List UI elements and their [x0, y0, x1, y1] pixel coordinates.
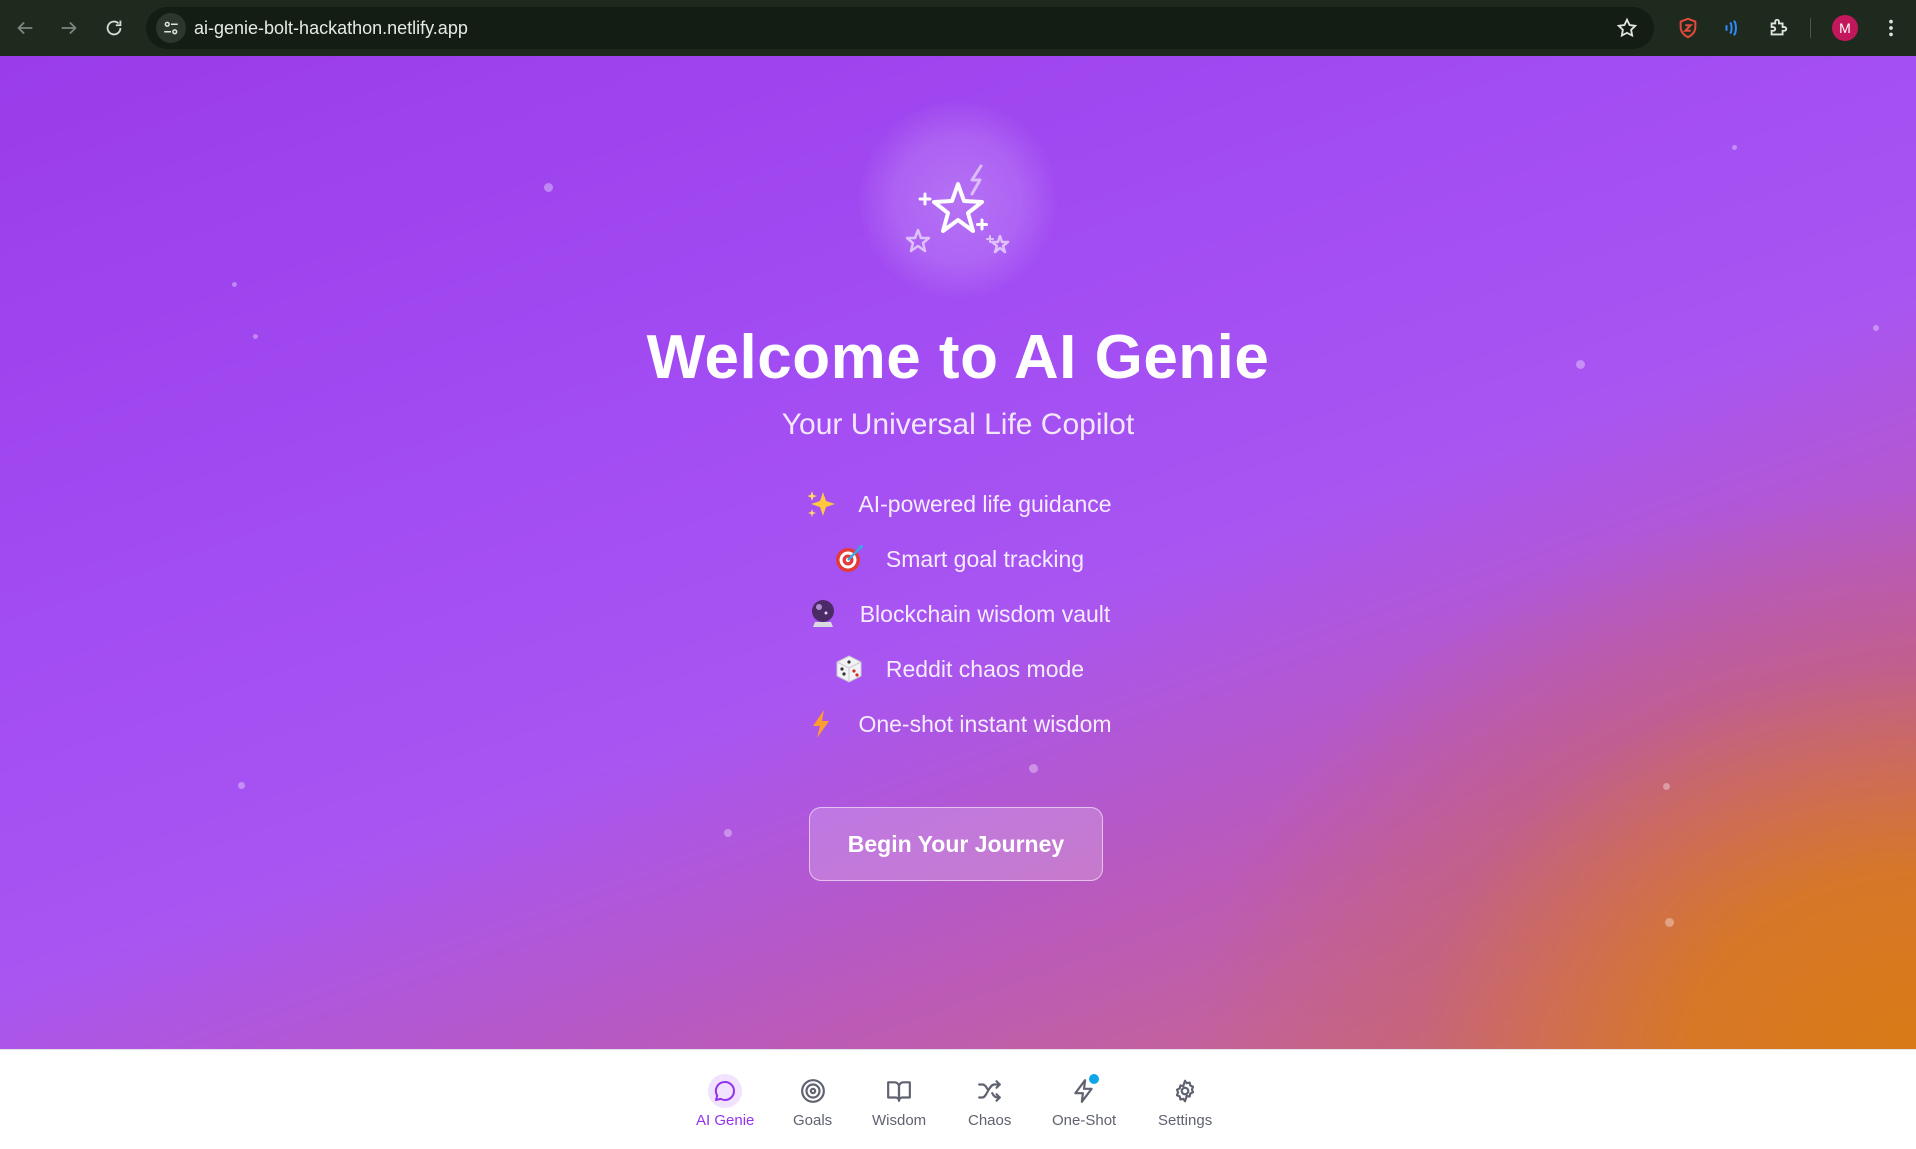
nav-item-goals[interactable]: Goals — [793, 1074, 832, 1129]
bottom-nav: AI Genie Goals Wisdom Chaos One-Shot Set… — [0, 1049, 1916, 1149]
chat-bubble-icon — [708, 1074, 743, 1108]
target-icon — [796, 1074, 830, 1108]
dice-emoji-icon — [832, 652, 866, 686]
shield-extension-icon[interactable] — [1674, 14, 1702, 42]
nav-label: One-Shot — [1052, 1112, 1117, 1129]
decor-dot — [1665, 918, 1674, 927]
feature-item: Blockchain wisdom vault — [0, 597, 1916, 631]
puzzle-extensions-icon[interactable] — [1764, 14, 1792, 42]
decor-dot — [544, 183, 553, 192]
page-title: Welcome to AI Genie — [646, 323, 1270, 392]
site-info-icon[interactable] — [156, 13, 186, 43]
nav-label: Chaos — [968, 1112, 1012, 1129]
zap-icon — [1067, 1074, 1101, 1108]
book-open-icon — [882, 1074, 916, 1108]
nav-label: Goals — [793, 1112, 833, 1129]
target-emoji-icon — [832, 542, 866, 576]
feature-item: Reddit chaos mode — [0, 652, 1916, 686]
sparkles-emoji-icon — [804, 487, 838, 521]
feature-label: Smart goal tracking — [885, 545, 1085, 572]
decor-dot — [232, 282, 237, 287]
menu-kebab-icon[interactable] — [1880, 16, 1902, 40]
feature-label: Blockchain wisdom vault — [859, 600, 1111, 627]
feature-label: One-shot instant wisdom — [858, 710, 1112, 737]
nav-label: AI Genie — [696, 1112, 755, 1129]
toolbar-separator — [1810, 18, 1811, 38]
feature-label: AI-powered life guidance — [858, 490, 1112, 517]
wave-extension-icon[interactable] — [1718, 14, 1746, 42]
nav-item-chaos[interactable]: Chaos — [968, 1074, 1011, 1129]
welcome-hero: Welcome to AI Genie Your Universal Life … — [0, 56, 1916, 1049]
browser-toolbar: ai-genie-bolt-hackathon.netlify.app M — [0, 0, 1916, 56]
sparkles-logo-icon — [905, 164, 1010, 254]
decor-dot — [724, 829, 732, 837]
feature-item: One-shot instant wisdom — [0, 707, 1916, 741]
feature-item: Smart goal tracking — [0, 542, 1916, 576]
crystal-ball-emoji-icon — [806, 597, 840, 631]
nav-item-wisdom[interactable]: Wisdom — [872, 1074, 926, 1129]
shuffle-icon — [973, 1074, 1007, 1108]
profile-avatar[interactable]: M — [1832, 15, 1858, 41]
back-icon[interactable] — [13, 16, 37, 40]
decor-dot — [1732, 145, 1737, 150]
nav-item-one-shot[interactable]: One-Shot — [1052, 1074, 1116, 1129]
decor-dot — [238, 782, 245, 789]
address-bar[interactable]: ai-genie-bolt-hackathon.netlify.app — [146, 7, 1654, 49]
nav-item-ai-genie[interactable]: AI Genie — [696, 1074, 754, 1129]
feature-label: Reddit chaos mode — [885, 655, 1085, 682]
url-text[interactable]: ai-genie-bolt-hackathon.netlify.app — [194, 18, 468, 39]
lightning-emoji-icon — [804, 707, 838, 741]
gear-icon — [1168, 1074, 1202, 1108]
decor-dot — [1029, 764, 1038, 773]
forward-icon[interactable] — [57, 16, 81, 40]
nav-label: Wisdom — [872, 1112, 927, 1129]
nav-item-settings[interactable]: Settings — [1158, 1074, 1212, 1129]
page-subtitle: Your Universal Life Copilot — [781, 408, 1135, 441]
nav-label: Settings — [1158, 1112, 1213, 1129]
notification-badge — [1089, 1074, 1100, 1084]
bookmark-star-icon[interactable] — [1616, 17, 1638, 39]
feature-item: AI-powered life guidance — [0, 487, 1916, 521]
begin-journey-button[interactable]: Begin Your Journey — [809, 807, 1103, 881]
decor-dot — [1663, 783, 1670, 790]
reload-icon[interactable] — [102, 16, 126, 40]
